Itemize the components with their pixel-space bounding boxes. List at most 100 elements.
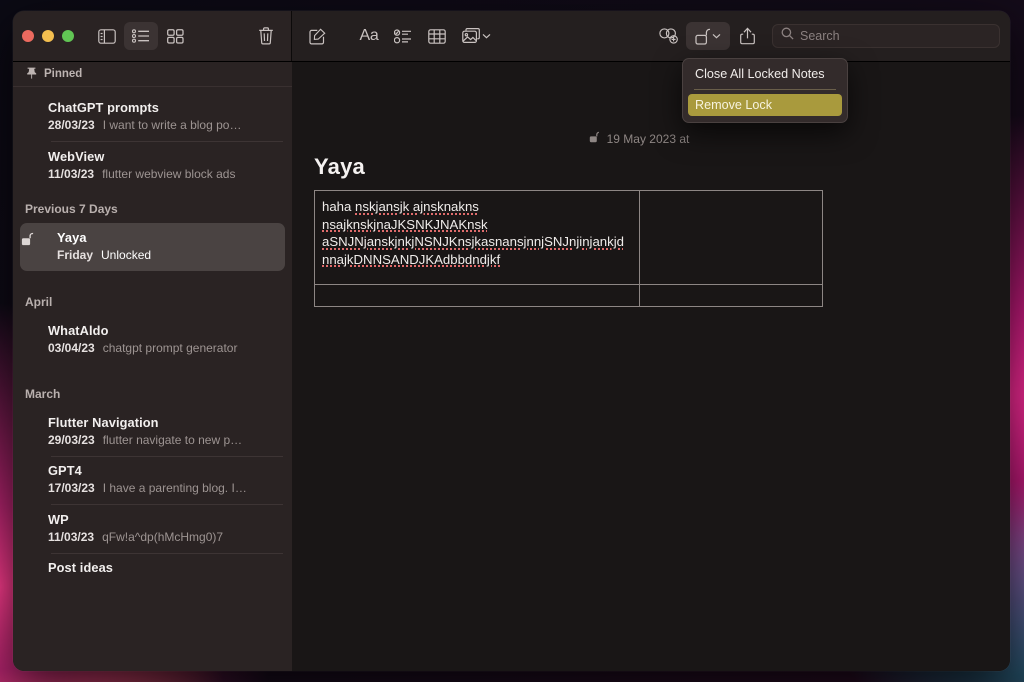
table-row: [314, 284, 824, 307]
table-cell-empty[interactable]: [638, 190, 824, 285]
note-preview: qFw!a^dp(hMcHmg0)7: [102, 529, 224, 544]
trash-icon: [258, 27, 274, 45]
note-title-heading[interactable]: Yaya: [314, 154, 365, 180]
note-body-line: aSNJNjanskjnkjNSNJKnsjkasnansjnnjSNJnjin…: [322, 233, 633, 251]
note-date: 11/03/23: [48, 529, 95, 544]
close-window-button[interactable]: [22, 30, 34, 42]
share-button[interactable]: [730, 22, 764, 50]
notes-sidebar[interactable]: Pinned ChatGPT prompts 28/03/23 I want t…: [13, 62, 292, 671]
notes-window: Aa Search Pinned ChatGPT prompts 28/03/2…: [13, 11, 1010, 671]
note-title: WP: [48, 511, 69, 527]
lock-menu-button[interactable]: [686, 22, 730, 50]
search-field[interactable]: Search: [772, 24, 1000, 48]
media-icon: [461, 28, 481, 44]
minimize-window-button[interactable]: [42, 30, 54, 42]
sidebar-toggle-button[interactable]: [90, 22, 124, 50]
note-date: 11/03/23: [48, 166, 95, 181]
note-preview: flutter webview block ads: [102, 166, 236, 181]
note-title: Yaya: [57, 229, 87, 245]
note-preview: chatgpt prompt generator: [102, 340, 238, 355]
sidebar-toggle-icon: [98, 28, 116, 44]
note-date: Friday: [57, 247, 94, 262]
menu-item-close-all-locked-notes[interactable]: Close All Locked Notes: [688, 63, 842, 85]
collaborate-button[interactable]: [652, 22, 686, 50]
menu-divider: [694, 89, 836, 90]
table-cell-body-text[interactable]: haha nskjansjk ajnsknakns nsajknskjnaJKS…: [314, 190, 640, 285]
note-preview: Unlocked: [101, 247, 152, 262]
window-titlebar: Aa Search: [13, 11, 1010, 62]
note-toolbar: Aa Search: [292, 11, 1010, 61]
note-table[interactable]: haha nskjansjk ajnsknakns nsajknskjnaJKS…: [314, 190, 824, 307]
note-body-line: nnajkDNNSANDJKAdbbdndjkf: [322, 251, 633, 269]
note-list-item-chatgpt-prompts[interactable]: ChatGPT prompts 28/03/23 I want to write…: [20, 93, 285, 141]
note-list-item-wp[interactable]: WP 11/03/23 qFw!a^dp(hMcHmg0)7: [20, 505, 285, 553]
note-text-misspelled: nnajkDNNSANDJKAdbbdndjkf: [322, 251, 501, 267]
group-header: April: [25, 294, 53, 309]
share-icon: [739, 27, 755, 45]
sidebar-group-march: March Flutter Navigation 29/03/23 flutte…: [13, 364, 292, 585]
list-view-button[interactable]: [124, 22, 158, 50]
group-header: Previous 7 Days: [25, 201, 118, 216]
lock-dropdown-menu[interactable]: Close All Locked Notes Remove Lock: [682, 58, 848, 123]
sidebar-group-previous-7-days: Previous 7 Days Yaya Friday Unlocked: [13, 190, 292, 271]
text-format-icon: Aa: [359, 27, 379, 44]
note-title: Flutter Navigation: [48, 414, 159, 430]
sidebar-group-pinned: ChatGPT prompts 28/03/23 I want to write…: [13, 87, 292, 190]
checklist-button[interactable]: [386, 22, 420, 50]
search-placeholder: Search: [800, 29, 840, 43]
list-view-icon: [132, 29, 150, 43]
note-list-item-whataldo[interactable]: WhatAldo 03/04/23 chatgpt prompt generat…: [20, 316, 285, 364]
table-cell-empty[interactable]: [314, 284, 640, 307]
window-content: Pinned ChatGPT prompts 28/03/23 I want t…: [13, 62, 1010, 671]
insert-table-button[interactable]: [420, 22, 454, 50]
add-people-icon: [659, 28, 679, 44]
table-cell-empty[interactable]: [638, 284, 824, 307]
traffic-lights: [22, 30, 74, 42]
chevron-down-icon: [712, 33, 721, 39]
note-editor-pane[interactable]: 19 May 2023 at Yaya haha nskjansjk ajnsk…: [292, 62, 1010, 671]
compose-note-icon: [308, 28, 326, 45]
gallery-view-icon: [166, 28, 184, 44]
sidebar-group-april: April WhatAldo 03/04/23 chatgpt prompt g…: [13, 271, 292, 364]
note-preview: I have a parenting blog. I…: [102, 481, 247, 495]
note-date: 17/03/23: [48, 481, 95, 495]
note-title: ChatGPT prompts: [48, 100, 159, 115]
table-icon: [428, 28, 446, 44]
note-text-misspelled: aSNJNjanskjnkjNSNJKnsjkasnansjnnjSNJnjin…: [322, 234, 624, 250]
compose-note-button[interactable]: [300, 22, 334, 50]
chevron-down-icon: [482, 33, 491, 39]
note-date-text: 19 May 2023 at: [606, 131, 690, 146]
note-text-misspelled: nskjansjk ajnsknakns: [355, 199, 479, 214]
checklist-icon: [394, 28, 412, 44]
zoom-window-button[interactable]: [62, 30, 74, 42]
format-button[interactable]: Aa: [352, 22, 386, 50]
note-preview: I want to write a blog po…: [102, 118, 242, 132]
menu-item-remove-lock[interactable]: Remove Lock: [688, 93, 842, 116]
delete-note-button[interactable]: [249, 22, 283, 50]
note-text-plain: haha: [322, 199, 356, 214]
note-date-header: 19 May 2023 at: [292, 131, 1010, 146]
note-date: 28/03/23: [48, 118, 95, 132]
unlocked-padlock-icon: [695, 28, 711, 45]
unlocked-padlock-icon: [21, 232, 34, 251]
unlocked-padlock-icon: [589, 131, 600, 146]
note-title: GPT4: [48, 463, 82, 478]
note-text-misspelled: nsajknskjnaJKSNKJNAKnsk: [322, 216, 488, 232]
note-list-item-post-ideas[interactable]: Post ideas: [20, 553, 285, 584]
pinned-section-header: Pinned: [13, 62, 292, 87]
sidebar-toolbar: [13, 11, 292, 61]
note-body-line: haha nskjansjk ajnsknakns: [322, 198, 633, 216]
note-date: 29/03/23: [48, 432, 95, 447]
note-body-line: nsajknskjnaJKSNKJNAKnsk: [322, 216, 633, 234]
note-title: WhatAldo: [48, 322, 109, 338]
note-date: 03/04/23: [48, 340, 95, 355]
insert-media-button[interactable]: [454, 22, 498, 50]
pin-icon: [26, 67, 37, 82]
note-list-item-webview[interactable]: WebView 11/03/23 flutter webview block a…: [20, 142, 285, 190]
note-list-item-gpt4[interactable]: GPT4 17/03/23 I have a parenting blog. I…: [20, 456, 285, 504]
note-list-item-yaya[interactable]: Yaya Friday Unlocked: [20, 222, 285, 271]
gallery-view-button[interactable]: [158, 22, 192, 50]
note-title: Post ideas: [48, 560, 114, 575]
group-header: March: [25, 386, 61, 401]
note-list-item-flutter-navigation[interactable]: Flutter Navigation 29/03/23 flutter navi…: [20, 408, 285, 456]
